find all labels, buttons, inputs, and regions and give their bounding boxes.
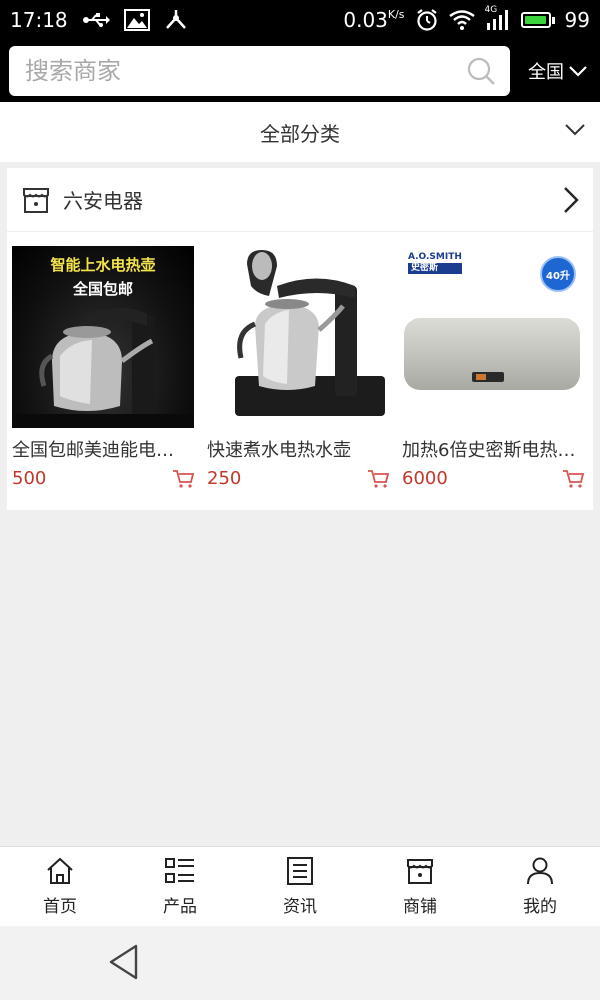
battery-level: 99 [564, 8, 590, 32]
chevron-down-icon [568, 65, 588, 77]
store-icon [21, 185, 51, 215]
product-price: 500 [12, 468, 47, 489]
region-label: 全国 [528, 62, 564, 83]
home-icon [45, 856, 75, 886]
water-heater-illustration [404, 318, 580, 390]
kettle-illustration [235, 250, 385, 416]
header: 全国 [0, 40, 600, 102]
cart-icon[interactable] [172, 469, 194, 489]
product-list: 智能上水电热壶 全国包邮 全国包邮美迪能电… 500 快速煮水电热水壶 250 … [12, 246, 588, 489]
news-icon [285, 856, 315, 886]
network-type: 4G [484, 5, 498, 15]
product-card[interactable]: 快速煮水电热水壶 250 [207, 246, 389, 489]
product-title[interactable]: 全国包邮美迪能电… [12, 436, 194, 462]
nav-label: 首页 [43, 897, 77, 917]
wifi-icon [448, 10, 475, 30]
nav-news[interactable]: 资讯 [240, 847, 360, 926]
system-nav-bar [0, 926, 600, 1000]
product-card[interactable]: 智能上水电热壶 全国包邮 全国包邮美迪能电… 500 [12, 246, 194, 489]
nav-home[interactable]: 首页 [0, 847, 120, 926]
image-icon [123, 9, 150, 31]
product-card[interactable]: A.O.SMITH 史密斯 40升 加热6倍史密斯电热… 6000 [402, 246, 584, 489]
product-image[interactable]: A.O.SMITH 史密斯 40升 [402, 246, 584, 428]
nav-label: 资讯 [283, 897, 317, 917]
product-image[interactable]: 智能上水电热壶 全国包邮 [12, 246, 194, 428]
store-icon [405, 856, 435, 886]
search-input[interactable] [25, 57, 466, 85]
nav-stores[interactable]: 商铺 [360, 847, 480, 926]
bottom-nav: 首页 产品 资讯 商铺 我的 [0, 846, 600, 926]
status-bar: 17:18 0.03K/s 4G 99 [0, 0, 600, 40]
chevron-right-icon[interactable] [563, 186, 579, 214]
product-title[interactable]: 快速煮水电热水壶 [207, 436, 389, 462]
product-price: 6000 [402, 468, 448, 489]
category-selector[interactable]: 全部分类 [0, 102, 600, 162]
search-box[interactable] [9, 46, 510, 96]
category-label: 全部分类 [260, 121, 340, 146]
user-icon [525, 856, 555, 886]
usb-icon [82, 12, 110, 28]
status-time: 17:18 [10, 8, 68, 32]
nav-label: 我的 [523, 897, 557, 917]
battery-icon [520, 12, 555, 28]
nav-label: 产品 [163, 897, 197, 917]
product-title[interactable]: 加热6倍史密斯电热… [402, 436, 584, 462]
nav-products[interactable]: 产品 [120, 847, 240, 926]
chevron-down-icon [564, 122, 586, 141]
cart-icon[interactable] [562, 469, 584, 489]
store-header[interactable]: 六安电器 [7, 168, 593, 232]
store-card: 六安电器 智能上水电热壶 全国包邮 全国包邮美迪能电… 500 快速煮水电热水壶… [7, 168, 593, 510]
product-image[interactable] [207, 246, 389, 428]
product-price: 250 [207, 468, 242, 489]
share-icon [164, 9, 188, 31]
network-speed: 0.03K/s [343, 8, 405, 32]
kettle-illustration [12, 307, 194, 428]
back-icon[interactable] [108, 944, 140, 980]
store-name: 六安电器 [63, 189, 143, 213]
signal-icon: 4G [485, 5, 511, 31]
list-icon [164, 856, 196, 886]
cart-icon[interactable] [367, 469, 389, 489]
region-selector[interactable]: 全国 [528, 58, 592, 84]
search-icon[interactable] [466, 56, 496, 86]
nav-label: 商铺 [403, 897, 437, 917]
alarm-icon [415, 8, 439, 32]
nav-profile[interactable]: 我的 [480, 847, 600, 926]
